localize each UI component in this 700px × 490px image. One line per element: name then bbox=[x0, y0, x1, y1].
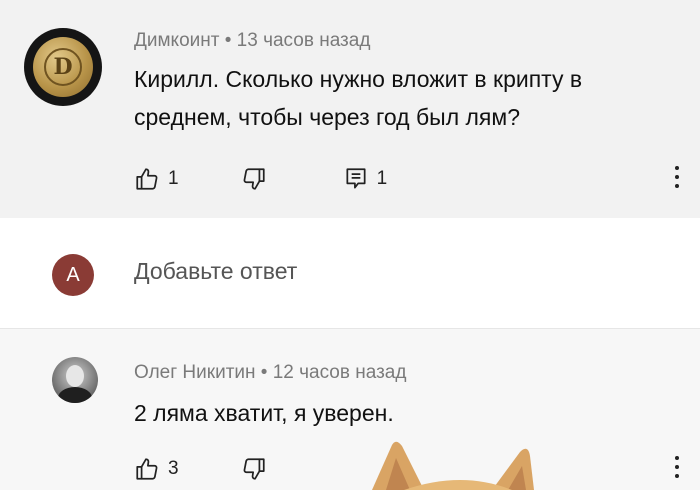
comment-text: 2 ляма хватит, я уверен. bbox=[134, 400, 394, 426]
replies-button[interactable]: 1 bbox=[343, 166, 388, 192]
thumbs-up-icon bbox=[136, 168, 158, 190]
avatar-letter: D bbox=[44, 48, 82, 86]
comment-time[interactable]: 12 часов назад bbox=[273, 362, 407, 383]
dogecoin-avatar-icon: D bbox=[33, 37, 93, 97]
avatar-photo-body bbox=[58, 387, 92, 403]
thumbs-down-icon bbox=[243, 168, 265, 190]
add-reply-input[interactable]: Добавьте ответ bbox=[134, 258, 297, 285]
replies-count: 1 bbox=[376, 168, 388, 189]
more-options-button[interactable] bbox=[674, 456, 680, 478]
author-name[interactable]: Димкоинт bbox=[134, 30, 219, 51]
avatar-oleg[interactable] bbox=[52, 357, 98, 403]
avatar-photo-face bbox=[66, 365, 84, 387]
meta-separator: • bbox=[219, 30, 237, 51]
comment-dimkoint: D Димкоинт • 13 часов назад Кирилл. Скол… bbox=[0, 0, 700, 218]
more-vertical-icon bbox=[675, 456, 679, 460]
like-button[interactable]: 1 bbox=[134, 166, 179, 192]
more-options-button[interactable] bbox=[674, 166, 680, 188]
comment-time[interactable]: 13 часов назад bbox=[237, 30, 371, 51]
reply-comment-icon bbox=[346, 168, 366, 189]
comment-actions: 3 bbox=[134, 456, 267, 482]
like-button[interactable]: 3 bbox=[134, 456, 179, 482]
like-count: 1 bbox=[168, 168, 179, 189]
thumbs-down-icon bbox=[243, 458, 265, 480]
comment-meta: Олег Никитин • 12 часов назад bbox=[134, 362, 406, 384]
thumbs-up-icon bbox=[136, 458, 158, 480]
like-count: 3 bbox=[168, 458, 179, 479]
comment-text: Кирилл. Сколько нужно вложит в крипту в … bbox=[134, 66, 583, 130]
avatar-dimkoint[interactable]: D bbox=[24, 28, 102, 106]
current-user-avatar[interactable]: A bbox=[52, 254, 94, 296]
more-vertical-icon bbox=[675, 166, 679, 170]
comment-meta: Димкоинт • 13 часов назад bbox=[134, 30, 370, 52]
dislike-button[interactable] bbox=[241, 166, 267, 192]
dislike-button[interactable] bbox=[241, 456, 267, 482]
meta-separator: • bbox=[255, 362, 273, 383]
author-name[interactable]: Олег Никитин bbox=[134, 362, 256, 383]
reply-box bbox=[0, 218, 700, 329]
comment-actions: 1 1 bbox=[134, 166, 387, 192]
